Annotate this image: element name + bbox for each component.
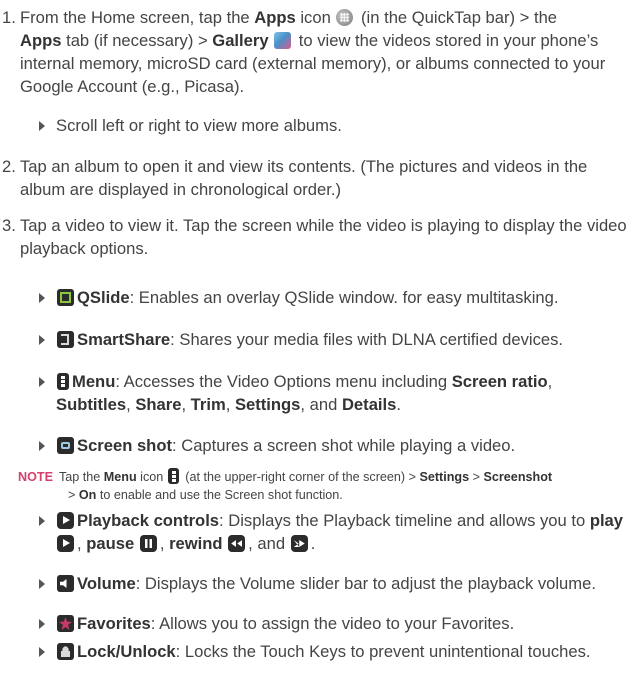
text: (at the upper-right corner of the screen… xyxy=(181,470,420,484)
text: , and xyxy=(300,395,342,414)
option-desc: : Shares your media files with DLNA cert… xyxy=(170,330,564,349)
option-desc: : Locks the Touch Keys to prevent uninte… xyxy=(175,642,591,661)
menu-icon xyxy=(167,468,179,484)
bullet-arrow-icon xyxy=(39,335,45,345)
text: , xyxy=(159,534,170,553)
option-desc: : Allows you to assign the video to your… xyxy=(150,614,515,633)
play-term: play xyxy=(589,511,624,530)
text: , xyxy=(77,534,87,553)
share-term: Share xyxy=(135,395,182,414)
qslide-icon xyxy=(57,289,74,306)
text: From the Home screen, tap the xyxy=(20,8,255,27)
text: tab (if necessary) > xyxy=(61,31,213,50)
on-term: On xyxy=(78,488,97,502)
step-1: 1. From the Home screen, tap the Apps ic… xyxy=(0,6,632,98)
favorites-icon xyxy=(57,615,74,632)
option-label: Screen shot xyxy=(77,436,172,455)
text: icon xyxy=(136,470,167,484)
trim-term: Trim xyxy=(190,395,226,414)
lock-icon xyxy=(57,643,74,660)
play-icon xyxy=(57,535,74,552)
step-number: 1. xyxy=(2,8,16,27)
text: , xyxy=(181,395,191,414)
step-number: 3. xyxy=(2,216,16,235)
settings-term: Settings xyxy=(419,470,470,484)
bullet-arrow-icon xyxy=(39,121,45,131)
note-box: NOTE Tap the Menu icon (at the upper-righ… xyxy=(18,468,628,504)
subtitles-term: Subtitles xyxy=(56,395,127,414)
screen-ratio-term: Screen ratio xyxy=(451,372,548,391)
step-text: Tap an album to open it and view its con… xyxy=(20,157,588,199)
text: (in the QuickTap bar) > the xyxy=(356,8,558,27)
bullet-arrow-icon xyxy=(39,293,45,303)
option-desc: : Displays the Playback timeline and all… xyxy=(219,511,590,530)
smartshare-icon xyxy=(57,331,74,348)
option-lock: Lock/Unlock: Locks the Touch Keys to pre… xyxy=(36,640,636,663)
screenshot-term: Screenshot xyxy=(483,470,553,484)
text: . xyxy=(396,395,401,414)
text: to enable and use the Screen shot functi… xyxy=(96,488,343,502)
pause-term: pause xyxy=(86,534,135,553)
gallery-term: Gallery xyxy=(212,31,269,50)
option-desc: : Displays the Volume slider bar to adju… xyxy=(135,574,596,593)
volume-icon xyxy=(57,575,74,592)
text: icon xyxy=(295,8,336,27)
details-term: Details xyxy=(341,395,397,414)
step-3: 3. Tap a video to view it. Tap the scree… xyxy=(0,214,632,260)
text: > xyxy=(68,488,79,502)
step-text: From the Home screen, tap the Apps icon … xyxy=(20,6,632,98)
apps-icon xyxy=(336,9,354,26)
apps-term: Apps xyxy=(254,8,296,27)
bullet-text: Scroll left or right to view more albums… xyxy=(56,116,342,135)
text: , xyxy=(225,395,235,414)
option-label: Menu xyxy=(72,372,116,391)
bullet-scroll: Scroll left or right to view more albums… xyxy=(36,114,636,137)
step-number: 2. xyxy=(2,157,16,176)
text: . xyxy=(310,534,316,553)
settings-term: Settings xyxy=(234,395,301,414)
text: , xyxy=(126,395,136,414)
option-label: Favorites xyxy=(77,614,151,633)
bullet-arrow-icon xyxy=(39,441,45,451)
option-qslide: QSlide: Enables an overlay QSlide window… xyxy=(36,286,636,309)
option-screenshot: Screen shot: Captures a screen shot whil… xyxy=(36,434,636,457)
step-text: Tap a video to view it. Tap the screen w… xyxy=(20,216,627,258)
option-playback: Playback controls: Displays the Playback… xyxy=(36,509,636,555)
note-label: NOTE xyxy=(18,470,53,484)
gallery-icon xyxy=(274,32,292,49)
playback-icon xyxy=(57,512,74,529)
option-volume: Volume: Displays the Volume slider bar t… xyxy=(36,572,636,595)
option-label: Volume xyxy=(77,574,136,593)
menu-icon xyxy=(57,373,69,390)
text: Tap the xyxy=(58,470,104,484)
menu-term: Menu xyxy=(103,470,137,484)
screenshot-icon xyxy=(57,437,74,454)
bullet-arrow-icon xyxy=(39,579,45,589)
bullet-arrow-icon xyxy=(39,377,45,387)
bullet-arrow-icon xyxy=(39,516,45,526)
option-desc: : Enables an overlay QSlide window. for … xyxy=(129,288,559,307)
option-label: Lock/Unlock xyxy=(77,642,176,661)
option-menu: Menu: Accesses the Video Options menu in… xyxy=(36,370,636,416)
option-label: QSlide xyxy=(77,288,130,307)
option-favorites: Favorites: Allows you to assign the vide… xyxy=(36,612,636,635)
bullet-arrow-icon xyxy=(39,619,45,629)
step-2: 2. Tap an album to open it and view its … xyxy=(0,155,632,201)
option-desc: : Accesses the Video Options menu includ… xyxy=(115,372,452,391)
text: , and xyxy=(248,534,290,553)
apps-tab-term: Apps xyxy=(20,31,62,50)
text: > xyxy=(469,470,484,484)
option-desc: : Captures a screen shot while playing a… xyxy=(172,436,516,455)
text: , xyxy=(547,372,553,391)
bullet-arrow-icon xyxy=(39,647,45,657)
option-label: Playback controls xyxy=(77,511,220,530)
rewind-icon xyxy=(228,535,246,552)
rewind-term: rewind xyxy=(169,534,223,553)
option-label: SmartShare xyxy=(77,330,171,349)
pause-icon xyxy=(139,535,157,552)
fast-forward-icon xyxy=(290,535,308,552)
option-smartshare: SmartShare: Shares your media files with… xyxy=(36,328,636,351)
